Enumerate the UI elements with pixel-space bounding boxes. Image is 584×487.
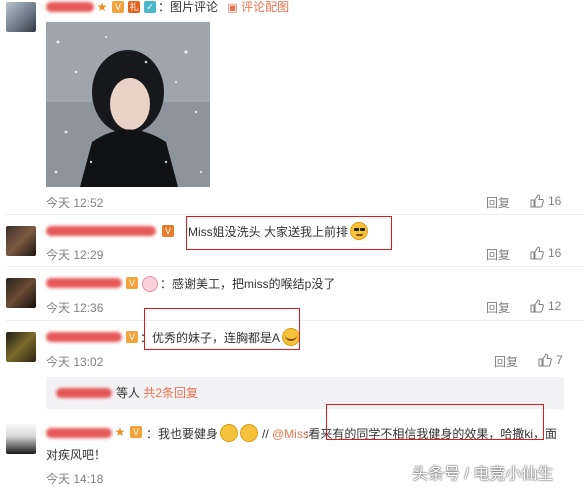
reply-button[interactable]: 回复	[486, 246, 510, 263]
watermark: 头条号 / 电竞小仙生	[412, 466, 554, 483]
thumbs-up-icon	[530, 194, 544, 208]
comment-image[interactable]	[46, 22, 210, 187]
like-count: 16	[548, 246, 562, 260]
username[interactable]	[46, 226, 156, 236]
like-button[interactable]: 12	[530, 299, 561, 313]
comment-text: 对疾风吧！	[46, 448, 107, 462]
comment-image-link[interactable]: 评论配图	[241, 0, 289, 14]
comment-time: 今天 13:02	[46, 355, 104, 369]
thumbs-up-icon	[530, 299, 544, 313]
like-count: 12	[548, 299, 562, 313]
username[interactable]	[46, 428, 112, 438]
comment-time: 今天 12:52	[46, 196, 104, 210]
image-icon: ▣	[227, 2, 238, 14]
avatar[interactable]	[6, 2, 36, 32]
photo-illustration	[46, 22, 210, 187]
highlight-box	[326, 404, 544, 440]
vip-crown-icon: V	[112, 1, 124, 13]
like-count: 7	[556, 353, 563, 367]
divider	[6, 214, 584, 215]
subreply-suffix: 等人	[116, 386, 141, 400]
highlight-box	[186, 216, 392, 250]
avatar[interactable]	[6, 278, 36, 308]
comment-text: ：感谢美工，把miss的喉结p没了	[160, 277, 336, 291]
reply-button[interactable]: 回复	[494, 353, 518, 370]
avatar[interactable]	[6, 226, 36, 256]
vip-crown-icon: V	[130, 426, 142, 438]
username[interactable]	[46, 278, 122, 288]
divider	[6, 266, 584, 267]
emoji-icon	[240, 424, 258, 442]
vip-crown-icon: V	[126, 331, 138, 343]
like-button[interactable]: 16	[530, 194, 561, 208]
subreply-users[interactable]	[56, 388, 112, 398]
emoji-icon	[220, 424, 238, 442]
highlight-box	[144, 308, 300, 350]
like-button[interactable]: 16	[530, 246, 561, 260]
avatar[interactable]	[6, 424, 36, 454]
like-button[interactable]: 7	[538, 353, 563, 367]
star-icon: ★	[114, 425, 126, 439]
comment-time: 今天 12:29	[46, 248, 104, 262]
thumbs-up-icon	[530, 246, 544, 260]
subreply-summary: 等人 共2条回复	[116, 386, 198, 400]
comment-text-separator: //	[262, 427, 269, 441]
comment-time: 今天 12:36	[46, 301, 104, 315]
verified-icon: ✓	[144, 1, 156, 13]
comment-meta: ：图片评论 ▣ 评论配图	[158, 0, 289, 15]
subreply-count-link[interactable]: 共2条回复	[143, 386, 198, 400]
star-icon: ★	[96, 0, 108, 14]
gift-icon: 礼	[128, 1, 140, 13]
like-count: 16	[548, 194, 562, 208]
reply-button[interactable]: 回复	[486, 194, 510, 211]
username[interactable]	[46, 2, 94, 12]
comment-time: 今天 14:18	[46, 472, 104, 486]
vip-crown-icon: V	[162, 225, 174, 237]
username[interactable]	[46, 332, 122, 342]
vip-crown-icon: V	[126, 277, 138, 289]
reply-button[interactable]: 回复	[486, 299, 510, 316]
emoji-icon	[142, 276, 158, 292]
meta-label: ：图片评论	[158, 0, 219, 14]
comment-text: ：我也要健身	[146, 427, 219, 441]
mention-link[interactable]: @Miss	[272, 427, 309, 441]
avatar[interactable]	[6, 332, 36, 362]
thumbs-up-icon	[538, 353, 552, 367]
